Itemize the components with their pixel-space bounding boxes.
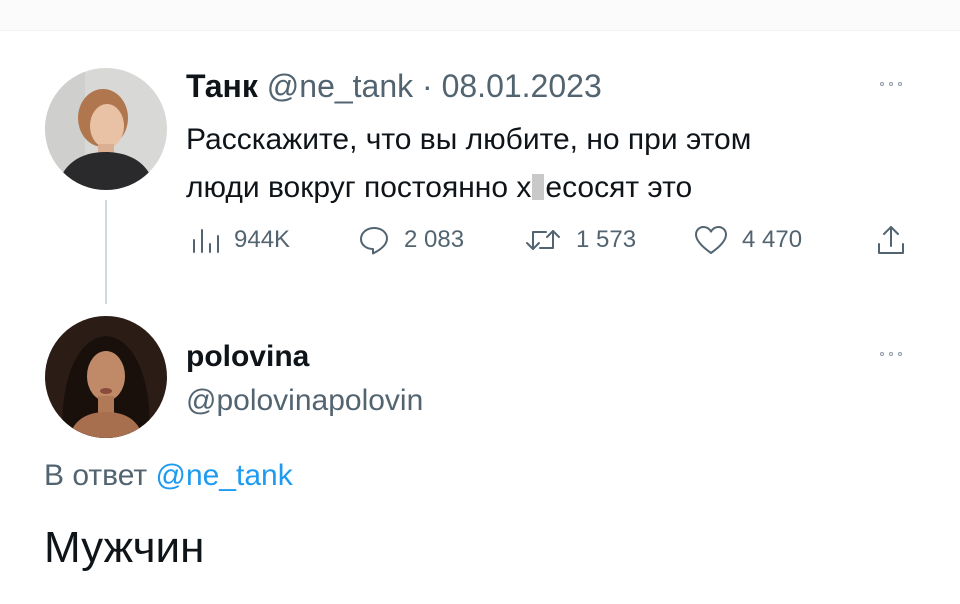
retweet-icon: [526, 230, 560, 250]
reply-prefix: В ответ: [44, 459, 156, 492]
tweet2-handle[interactable]: @polovinapolovin: [186, 381, 423, 421]
tweet1-display-name[interactable]: Танк: [186, 68, 258, 104]
tweet2-display-name[interactable]: polovina: [186, 337, 309, 377]
polovina-avatar[interactable]: [45, 316, 167, 438]
views-button[interactable]: 944K: [190, 222, 290, 258]
reply-context: В ответ @ne_tank: [44, 456, 293, 496]
tweet2-text: Мужчин: [44, 523, 205, 572]
thread-line: [105, 200, 107, 304]
censor-mark: [532, 174, 545, 200]
retweet-count: 1 573: [576, 226, 637, 253]
tweet1-text-line2-start: люди вокруг постоянно х: [186, 171, 532, 204]
views-icon: [193, 229, 219, 253]
tweet1-text-line1: Расскажите, что вы любите, но при этом: [186, 123, 752, 156]
retweet-button[interactable]: 1 573: [524, 222, 636, 258]
tweet1-handle[interactable]: @ne_tank: [267, 68, 413, 104]
like-count: 4 470: [742, 226, 803, 253]
views-count: 944K: [234, 226, 291, 253]
reply-count: 2 083: [404, 226, 465, 253]
header-separator: ·: [413, 68, 442, 104]
tweet1-action-bar: 944K 2 083 1 573 4 470: [186, 222, 916, 258]
tank-avatar[interactable]: [45, 68, 167, 190]
like-icon: [695, 226, 727, 254]
top-bar: [0, 0, 960, 31]
tweet1-text-line2: люди вокруг постоянно х есосят это: [186, 164, 906, 212]
share-icon: [878, 226, 904, 254]
tweet1-more-icon[interactable]: [880, 82, 902, 86]
like-button[interactable]: 4 470: [694, 222, 802, 258]
tweet2-more-icon[interactable]: [880, 352, 902, 356]
tweet1-header: Танк @ne_tank · 08.01.2023: [186, 66, 602, 106]
tweet1-text-line2-end: есосят это: [545, 171, 693, 204]
reply-button[interactable]: 2 083: [358, 222, 464, 258]
tweet1-text: Расскажите, что вы любите, но при этом л…: [186, 116, 906, 212]
share-button[interactable]: [876, 222, 906, 258]
reply-icon: [360, 227, 388, 255]
tweet1-date[interactable]: 08.01.2023: [442, 68, 602, 104]
reply-to-link[interactable]: @ne_tank: [155, 459, 292, 492]
